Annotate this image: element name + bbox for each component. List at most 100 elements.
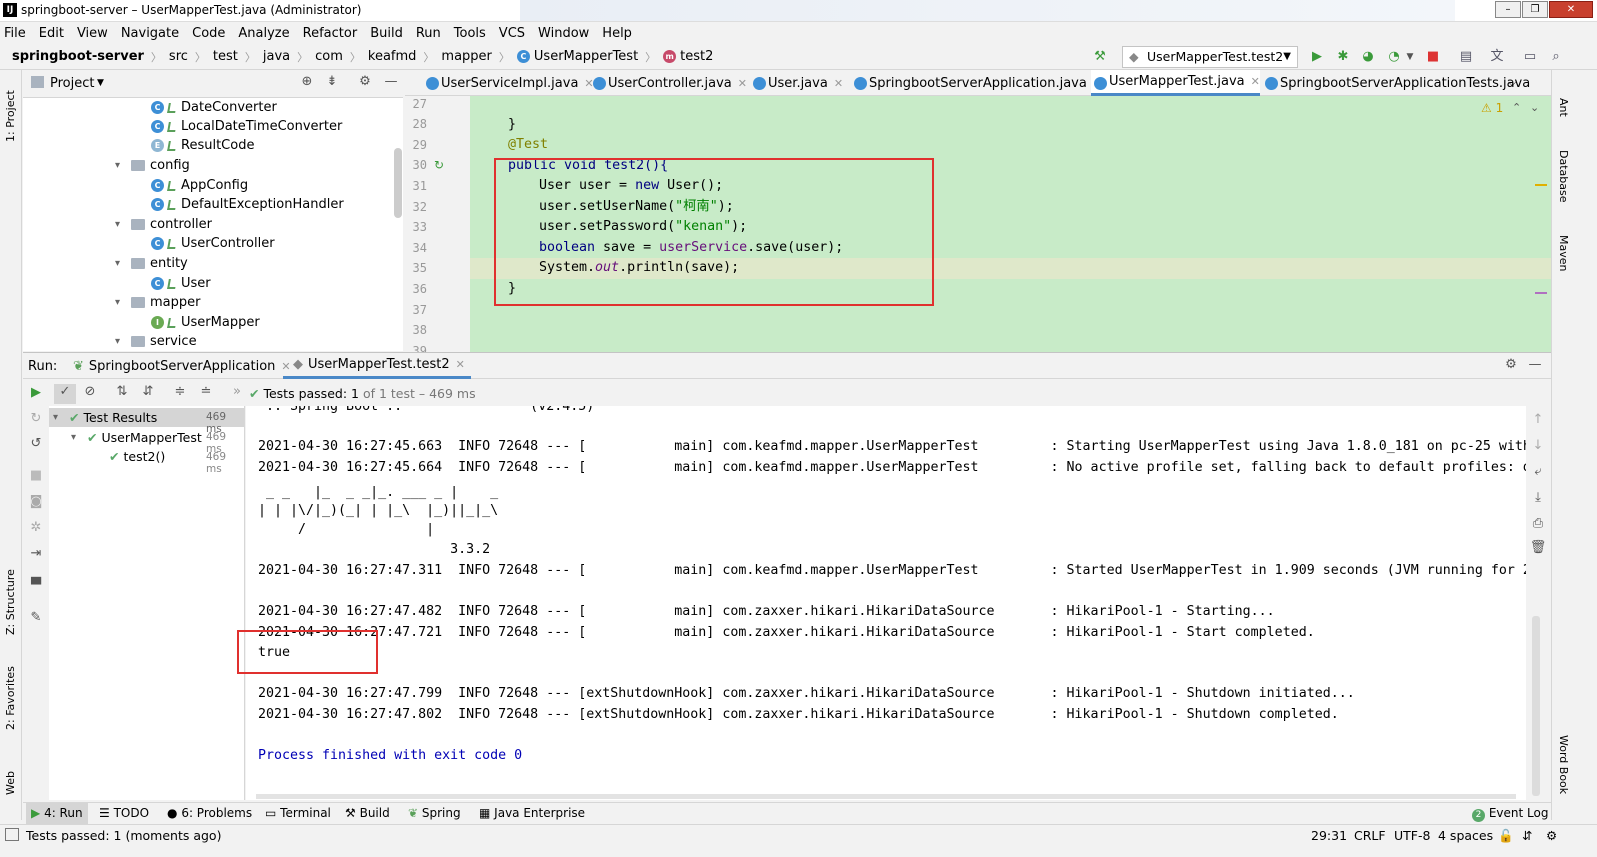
warning-indicator[interactable]: ⚠ 1 bbox=[1481, 101, 1503, 115]
run-tab-usermappertest-test2[interactable]: ◆ UserMapperTest.test2 ✕ bbox=[283, 353, 471, 379]
close-icon[interactable]: ✕ bbox=[834, 77, 843, 90]
caret-position[interactable]: 29:31 bbox=[1311, 828, 1347, 843]
tool-windows-icon[interactable] bbox=[5, 828, 19, 841]
menu-code[interactable]: Code bbox=[192, 26, 225, 41]
tool-tab-todo[interactable]: ☰ TODO bbox=[99, 806, 149, 820]
tab-list-chevron-icon[interactable]: ⌵ bbox=[1508, 76, 1516, 90]
menu-navigate[interactable]: Navigate bbox=[121, 26, 179, 41]
run-test-gutter-icon[interactable]: ↻ bbox=[434, 158, 444, 172]
rerun-icon[interactable]: ▶ bbox=[27, 385, 45, 400]
breadcrumb-class[interactable]: UserMapperTest bbox=[534, 49, 638, 64]
tool-project[interactable]: 1: Project bbox=[4, 90, 17, 142]
minimize-button[interactable]: – bbox=[1495, 1, 1521, 18]
breadcrumb-java[interactable]: java bbox=[263, 49, 290, 64]
tree-folder[interactable]: ▾ config bbox=[115, 156, 190, 175]
coverage-icon[interactable]: ◕ bbox=[1360, 49, 1376, 65]
menu-view[interactable]: View bbox=[77, 26, 108, 41]
tree-item[interactable]: C UserController bbox=[151, 234, 275, 253]
project-structure-icon[interactable]: ▤ bbox=[1458, 49, 1474, 65]
toggle-auto-test-icon[interactable]: ↺ bbox=[27, 436, 45, 451]
maximize-button[interactable]: ❐ bbox=[1522, 1, 1548, 18]
chevron-up-icon[interactable]: ⌃ bbox=[1512, 101, 1521, 114]
console-output[interactable]: :: Spring Boot :: (v2.4.5) 2021-04-30 16… bbox=[246, 406, 1526, 800]
test-result-method[interactable]: ✔ test2() bbox=[109, 447, 165, 466]
menu-vcs[interactable]: VCS bbox=[499, 26, 525, 41]
expand-arrow-icon[interactable]: ▾ bbox=[71, 432, 83, 443]
menu-refactor[interactable]: Refactor bbox=[303, 26, 358, 41]
breadcrumb-mapper[interactable]: mapper bbox=[441, 49, 491, 64]
chevron-down-icon[interactable]: ▼ bbox=[97, 78, 104, 88]
presentation-icon[interactable]: ▭ bbox=[1522, 49, 1538, 65]
tool-favorites[interactable]: 2: Favorites bbox=[4, 666, 17, 730]
expand-arrow-icon[interactable]: ▾ bbox=[115, 336, 127, 347]
arrow-down-icon[interactable]: ↓ bbox=[1529, 438, 1547, 453]
tree-item[interactable]: E ResultCode bbox=[151, 136, 254, 155]
tree-folder[interactable]: ▾ controller bbox=[115, 215, 212, 234]
tree-item[interactable]: I UserMapper bbox=[151, 313, 260, 332]
tool-tab-spring[interactable]: ❦ Spring bbox=[408, 806, 461, 820]
gear-icon[interactable]: ⚙ bbox=[356, 74, 374, 89]
line-separator[interactable]: CRLF bbox=[1354, 828, 1386, 843]
stop-icon[interactable]: ■ bbox=[27, 468, 45, 483]
menu-analyze[interactable]: Analyze bbox=[238, 26, 289, 41]
expand-arrow-icon[interactable]: ▾ bbox=[115, 297, 127, 308]
tree-item[interactable]: C AppConfig bbox=[151, 176, 248, 195]
pin-icon[interactable]: ✎ bbox=[27, 610, 45, 625]
breadcrumb-test[interactable]: test bbox=[213, 49, 238, 64]
tab-usercontroller[interactable]: UserController.java ✕ bbox=[590, 70, 747, 96]
menu-tools[interactable]: Tools bbox=[454, 26, 486, 41]
trash-icon[interactable]: 🗑 bbox=[1529, 540, 1547, 555]
sort-alpha-icon[interactable]: ⇅ bbox=[113, 384, 131, 399]
more-run-chevron-icon[interactable]: ▼ bbox=[1402, 49, 1418, 65]
tab-user[interactable]: User.java ✕ bbox=[750, 70, 843, 96]
test-result-root[interactable]: ▾ ✔ Test Results bbox=[53, 408, 157, 427]
console-hscrollbar[interactable] bbox=[256, 794, 1516, 799]
git-icon[interactable]: ⇵ bbox=[1522, 828, 1532, 843]
tool-database[interactable]: Database bbox=[1557, 150, 1570, 203]
indent-setting[interactable]: 4 spaces bbox=[1438, 828, 1493, 843]
more-icon[interactable]: » bbox=[228, 384, 246, 399]
tool-maven[interactable]: Maven bbox=[1557, 235, 1570, 271]
tab-usermappertest[interactable]: UserMapperTest.java ✕ bbox=[1091, 70, 1260, 96]
run-tab-springbootserverapplication[interactable]: ❦ SpringbootServerApplication ✕ bbox=[73, 353, 291, 379]
close-icon[interactable]: ✕ bbox=[738, 77, 747, 90]
sort-duration-icon[interactable]: ⇵ bbox=[139, 384, 157, 399]
tree-item[interactable]: C DefaultExceptionHandler bbox=[151, 195, 344, 214]
build-hammer-icon[interactable]: ⚒ bbox=[1092, 49, 1108, 65]
tree-item[interactable]: C User bbox=[151, 274, 211, 293]
test-result-class[interactable]: ▾ ✔ UserMapperTest bbox=[71, 428, 202, 447]
tool-tab-problems[interactable]: ● 6: Problems bbox=[167, 806, 252, 820]
menu-edit[interactable]: Edit bbox=[39, 26, 64, 41]
stop-icon[interactable]: ■ bbox=[1425, 49, 1441, 65]
collapse-all-icon[interactable]: ≐ bbox=[197, 384, 215, 399]
menu-help[interactable]: Help bbox=[602, 26, 632, 41]
run-icon[interactable]: ▶ bbox=[1309, 49, 1325, 65]
gear-icon[interactable]: ⚙ bbox=[1546, 828, 1557, 843]
project-view-select[interactable]: Project bbox=[50, 76, 94, 91]
expand-arrow-icon[interactable]: ▾ bbox=[115, 160, 127, 171]
locate-icon[interactable]: ⊕ bbox=[298, 74, 316, 89]
tool-tab-run[interactable]: ▶ 4: Run bbox=[31, 806, 83, 820]
menu-window[interactable]: Window bbox=[538, 26, 589, 41]
arrow-up-icon[interactable]: ↑ bbox=[1529, 412, 1547, 427]
tree-item[interactable]: C LocalDateTimeConverter bbox=[151, 117, 342, 136]
tool-web[interactable]: Web bbox=[4, 771, 17, 795]
file-encoding[interactable]: UTF-8 bbox=[1394, 828, 1430, 843]
layout-icon[interactable]: ▀ bbox=[27, 578, 45, 593]
expand-all-icon[interactable]: ≑ bbox=[171, 384, 189, 399]
close-icon[interactable]: ✕ bbox=[456, 358, 471, 371]
tool-tab-java-enterprise[interactable]: ▦ Java Enterprise bbox=[479, 806, 585, 820]
translate-icon[interactable]: 文 bbox=[1489, 49, 1505, 65]
tool-ant[interactable]: Ant bbox=[1557, 98, 1570, 117]
breadcrumb-com[interactable]: com bbox=[315, 49, 343, 64]
close-button[interactable]: ✕ bbox=[1549, 1, 1593, 18]
tree-item[interactable]: C DateConverter bbox=[151, 98, 277, 117]
scroll-to-end-icon[interactable]: ⤓ bbox=[1529, 490, 1547, 505]
soft-wrap-icon[interactable]: ⤶ bbox=[1529, 464, 1547, 479]
tool-word-book[interactable]: Word Book bbox=[1557, 735, 1570, 794]
hide-panel-icon[interactable]: — bbox=[382, 74, 400, 89]
tool-tab-terminal[interactable]: ▭ Terminal bbox=[265, 806, 331, 820]
tab-userserviceimpl[interactable]: UserServiceImpl.java ✕ bbox=[423, 70, 594, 96]
show-ignored-icon[interactable]: ⊘ bbox=[81, 384, 99, 399]
tool-structure[interactable]: Z: Structure bbox=[4, 569, 17, 635]
